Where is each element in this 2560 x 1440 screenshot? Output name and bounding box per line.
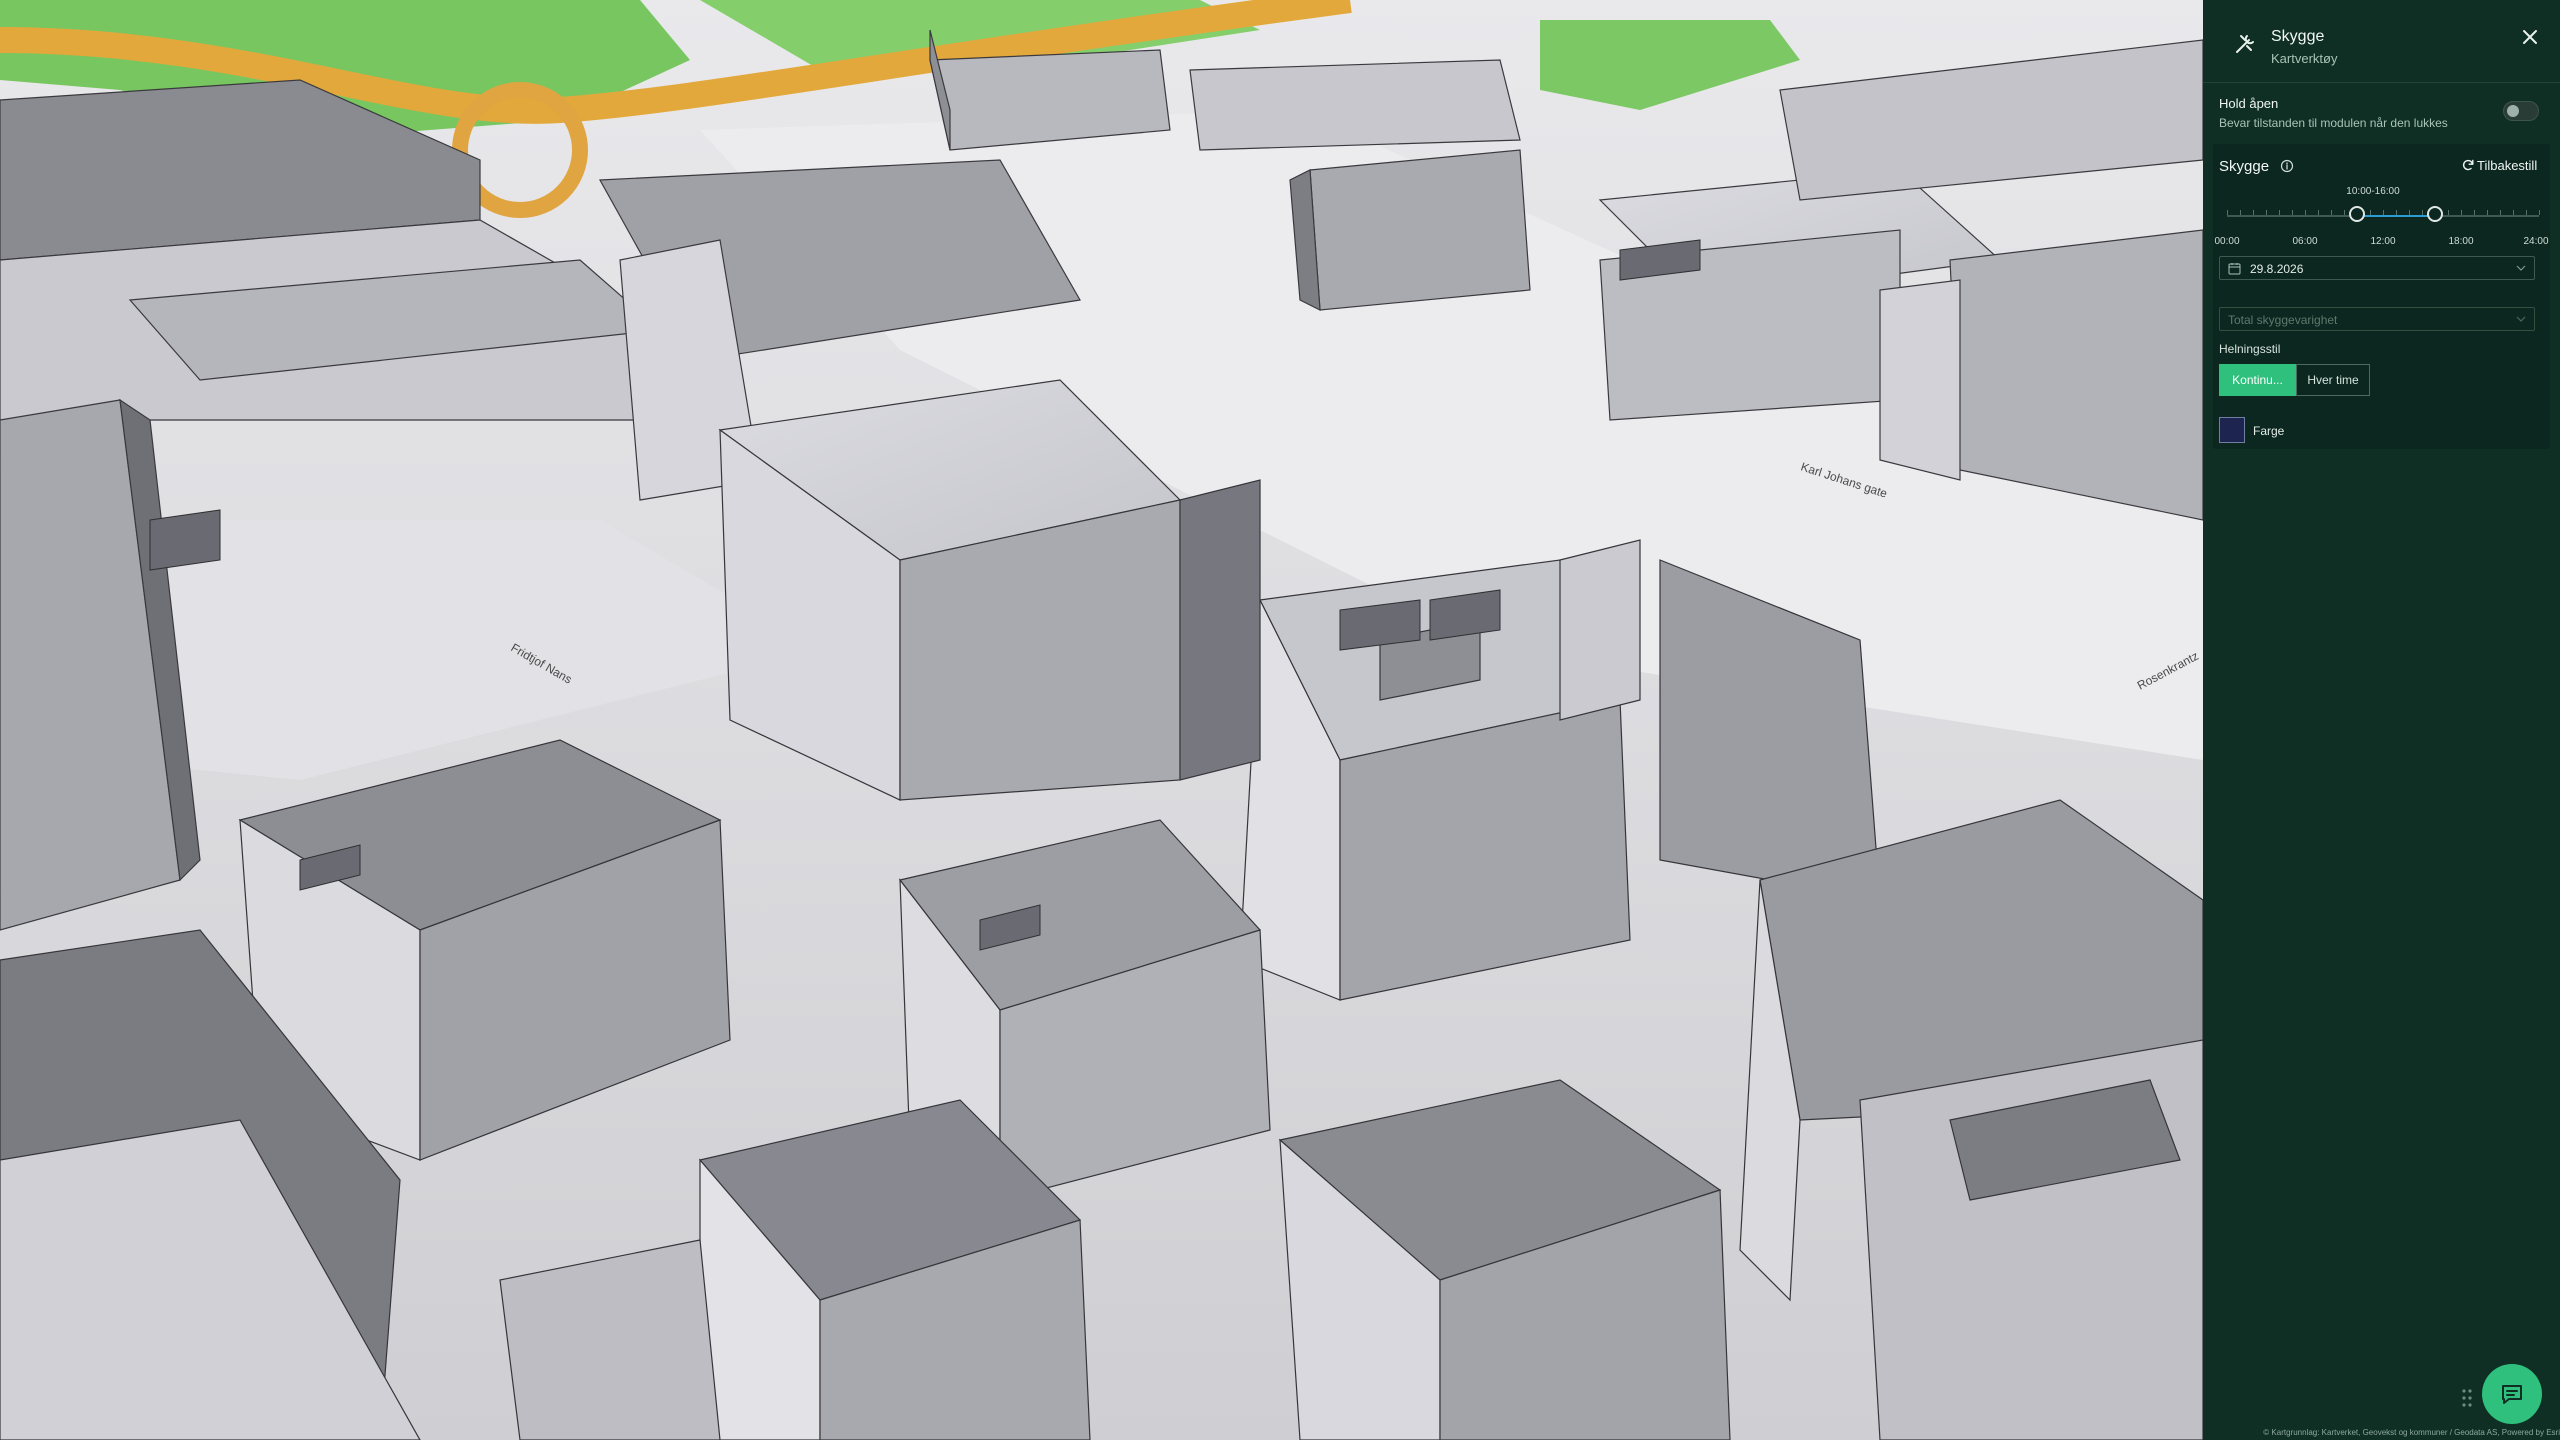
slider-tick-mark xyxy=(2513,210,2514,215)
chat-button[interactable] xyxy=(2482,1364,2542,1424)
info-icon[interactable] xyxy=(2280,159,2294,173)
slider-tick-mark xyxy=(2240,210,2241,215)
toggle-knob xyxy=(2507,105,2519,117)
slider-end-handle[interactable] xyxy=(2427,206,2443,222)
city-3d-scene[interactable]: Karl Johans gate Fridtjof Nans Rosenkran… xyxy=(0,0,2203,1440)
slider-tick-mark xyxy=(2526,210,2527,215)
slider-tick-mark xyxy=(2409,210,2410,215)
slider-tick-mark xyxy=(2331,210,2332,215)
tools-icon xyxy=(2236,35,2254,53)
slider-tick-mark xyxy=(2487,210,2488,215)
tick-label: 18:00 xyxy=(2448,236,2474,247)
chat-icon xyxy=(2502,1385,2522,1404)
slider-tick-mark xyxy=(2318,210,2319,215)
date-picker[interactable]: 29.8.2026 xyxy=(2219,256,2535,280)
shadow-tool-panel: Skygge Kartverktøy Hold åpen Bevar tilst… xyxy=(2203,0,2560,1440)
slider-start-handle[interactable] xyxy=(2349,206,2365,222)
map-view[interactable]: Karl Johans gate Fridtjof Nans Rosenkran… xyxy=(0,0,2203,1440)
slider-tick-mark xyxy=(2370,210,2371,215)
shadow-settings-card: Skygge Tilbakestill 10:00-16:00 00:00 06… xyxy=(2213,144,2550,449)
panel-title: Skygge xyxy=(2271,28,2325,45)
close-icon[interactable] xyxy=(2519,26,2541,48)
chevron-down-icon xyxy=(2516,316,2526,322)
calendar-icon xyxy=(2228,263,2241,275)
panel-header: Skygge Kartverktøy xyxy=(2203,0,2560,83)
color-label: Farge xyxy=(2253,424,2285,438)
slider-tick-mark xyxy=(2383,210,2384,215)
hold-open-toggle[interactable] xyxy=(2503,101,2539,121)
drag-handle-icon[interactable] xyxy=(2460,1386,2474,1410)
style-label: Helningsstil xyxy=(2219,342,2281,356)
slider-tick-mark xyxy=(2461,210,2462,215)
slider-tick-mark xyxy=(2253,210,2254,215)
color-swatch[interactable] xyxy=(2219,417,2245,443)
duration-select[interactable]: Total skyggevarighet xyxy=(2219,307,2535,331)
time-slider-fill xyxy=(2357,215,2435,217)
slider-tick-mark xyxy=(2305,210,2306,215)
slider-tick-mark xyxy=(2344,210,2345,215)
slider-tick-mark xyxy=(2500,210,2501,215)
shadow-section-title: Skygge xyxy=(2219,158,2270,175)
slider-tick-mark xyxy=(2396,210,2397,215)
refresh-icon xyxy=(2462,159,2474,171)
slider-tick-mark xyxy=(2227,210,2228,215)
style-option-continuous[interactable]: Kontinu... xyxy=(2219,364,2296,396)
tick-label: 12:00 xyxy=(2370,236,2396,247)
panel-subtitle: Kartverktøy xyxy=(2271,51,2338,66)
slider-tick-mark xyxy=(2266,210,2267,215)
slider-tick-mark xyxy=(2422,210,2423,215)
style-option-hourly[interactable]: Hver time xyxy=(2296,364,2370,396)
hold-open-setting: Hold åpen Bevar tilstanden til modulen n… xyxy=(2219,93,2544,137)
slider-tick-mark xyxy=(2292,210,2293,215)
date-value: 29.8.2026 xyxy=(2250,262,2304,276)
slider-tick-mark xyxy=(2279,210,2280,215)
time-slider-track[interactable] xyxy=(2227,215,2539,217)
slider-tick-mark xyxy=(2539,210,2540,215)
reset-label: Tilbakestill xyxy=(2477,158,2538,173)
reset-button[interactable]: Tilbakestill xyxy=(2461,156,2547,176)
time-range-label: 10:00-16:00 xyxy=(2346,186,2400,197)
map-attribution: © Kartgrunnlag: Kartverket, Geovekst og … xyxy=(2263,1428,2560,1437)
tick-label: 00:00 xyxy=(2214,236,2240,247)
duration-placeholder: Total skyggevarighet xyxy=(2228,313,2338,327)
tick-label: 06:00 xyxy=(2292,236,2318,247)
chevron-down-icon xyxy=(2516,265,2526,271)
slider-tick-mark xyxy=(2448,210,2449,215)
color-setting: Farge xyxy=(2219,417,2419,445)
tick-label: 24:00 xyxy=(2523,236,2549,247)
hold-open-title: Hold åpen xyxy=(2219,96,2279,111)
hold-open-description: Bevar tilstanden til modulen når den luk… xyxy=(2219,116,2448,130)
slider-tick-mark xyxy=(2474,210,2475,215)
